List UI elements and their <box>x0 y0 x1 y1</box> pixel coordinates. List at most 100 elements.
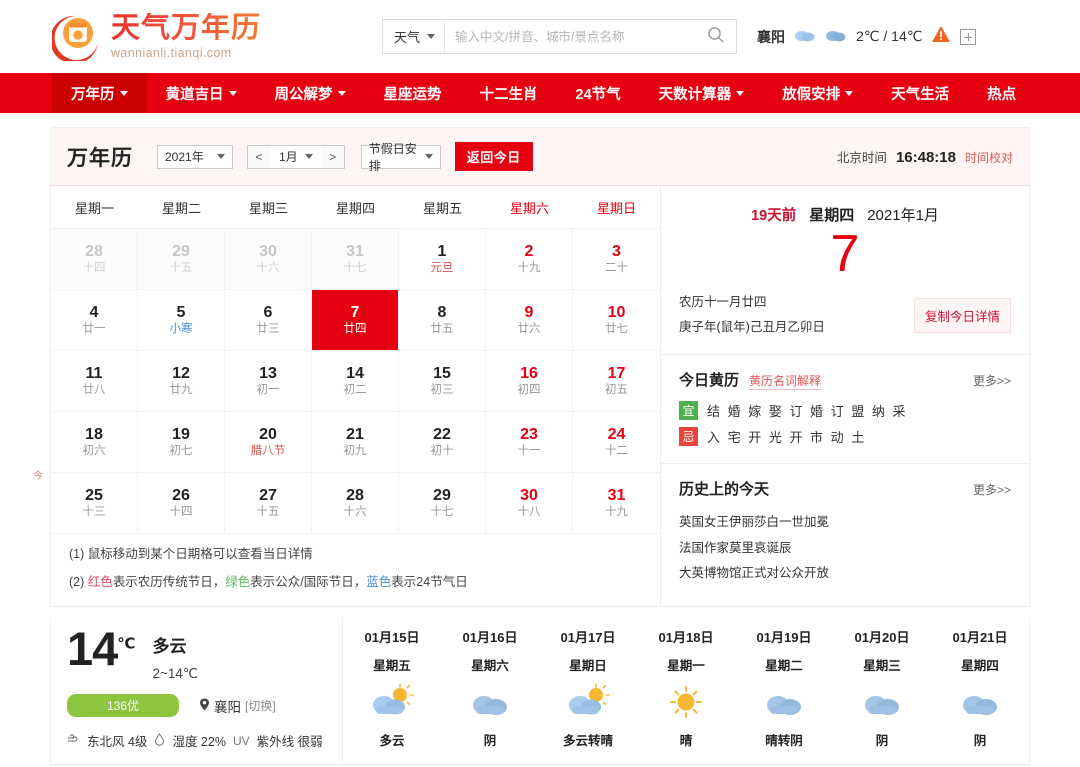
day-cell[interactable]: 6 廿三 <box>225 290 312 351</box>
forecast-day-4[interactable]: 01月19日 星期二 晴转阴 <box>735 627 833 764</box>
day-cell[interactable]: 29 十七 <box>399 473 486 534</box>
day-cell[interactable]: 8 廿五 <box>399 290 486 351</box>
day-cell[interactable]: 19 初七 <box>138 412 225 473</box>
return-today-button[interactable]: 返回今日 <box>454 142 533 171</box>
forecast-day-0[interactable]: 01月15日 星期五 多云 <box>343 627 441 764</box>
weekday-header: 星期一 星期二 星期三 星期四 星期五 星期六 星期日 <box>51 186 660 229</box>
forecast-day-5[interactable]: 01月20日 星期三阴 <box>833 627 931 764</box>
today-date-head: 19天前 星期四 2021年1月 <box>679 204 1011 225</box>
almanac-glossary-link[interactable]: 黄历名词解释 <box>749 372 822 390</box>
next-month-button[interactable]: > <box>321 145 344 168</box>
city-switch-link[interactable]: [切换] <box>245 697 276 714</box>
forecast-day-2[interactable]: 01月17日 星期日 多云转晴 <box>539 627 637 764</box>
history-more-link[interactable]: 更多>> <box>973 481 1011 498</box>
weather-city[interactable]: 襄阳 [切换] <box>199 696 276 716</box>
almanac-more-link[interactable]: 更多>> <box>973 372 1011 389</box>
day-cell[interactable]: 17 初五 <box>573 351 660 412</box>
plus-box-icon[interactable] <box>960 28 977 45</box>
day-cell[interactable]: 13 初一 <box>225 351 312 412</box>
forecast-date: 01月21日 <box>952 630 1008 645</box>
day-cell[interactable]: 28 十六 <box>312 473 399 534</box>
forecast-day-6[interactable]: 01月21日 星期四阴 <box>931 627 1029 764</box>
nav-item-3[interactable]: 星座运势 <box>365 73 461 113</box>
day-cell[interactable]: 30 十六 <box>225 229 312 290</box>
history-item[interactable]: 法国作家莫里哀诞辰 <box>679 536 1011 562</box>
nav-item-6[interactable]: 天数计算器 <box>640 73 764 113</box>
day-cell[interactable]: 29 十五 <box>138 229 225 290</box>
day-cell[interactable]: 16 初四 <box>486 351 573 412</box>
day-cell[interactable]: 30 十八 <box>486 473 573 534</box>
forecast-date: 01月19日 <box>756 630 812 645</box>
day-cell[interactable]: 22 初十 <box>399 412 486 473</box>
copy-today-button[interactable]: 复制今日详情 <box>913 297 1011 333</box>
current-weather: 14℃ 多云 2~14℃ 136优 襄阳 [切换] 东北风 4级 湿度 22% … <box>51 617 343 764</box>
day-cell[interactable]: 1 元旦 <box>399 229 486 290</box>
day-number: 22 <box>433 425 451 443</box>
forecast-text: 阴 <box>973 734 987 748</box>
day-cell[interactable]: 14 初二 <box>312 351 399 412</box>
weekday-cell-5: 星期六 <box>509 201 549 216</box>
history-item[interactable]: 大英博物馆正式对公众开放 <box>679 561 1011 587</box>
forecast-day-3[interactable]: 01月18日 星期一晴 <box>637 627 735 764</box>
day-lunar: 廿七 <box>605 322 628 335</box>
search-category-select[interactable]: 天气 <box>383 20 446 53</box>
nav-item-1[interactable]: 黄道吉日 <box>147 73 256 113</box>
uv-text: 紫外线 很弱 <box>256 735 323 749</box>
header-weather[interactable]: 襄阳 2℃ / 14℃ <box>757 25 977 48</box>
search-box[interactable]: 天气 <box>382 19 737 54</box>
prev-month-button[interactable]: < <box>248 145 270 168</box>
warning-triangle-icon[interactable] <box>931 25 951 48</box>
big-day-number: 7 <box>830 225 860 283</box>
day-lunar: 初一 <box>256 383 280 396</box>
nav-item-2[interactable]: 周公解梦 <box>256 73 365 113</box>
site-logo[interactable]: 天气万年历 wannianli.tianqi.com <box>50 12 382 64</box>
note-segment: 表示24节气日 <box>391 574 468 589</box>
day-cell[interactable]: 18 初六 <box>51 412 138 473</box>
header-city[interactable]: 襄阳 <box>757 27 785 47</box>
day-cell[interactable]: 24 十二 <box>573 412 660 473</box>
month-select[interactable]: 1月 <box>270 148 322 165</box>
holiday-select[interactable]: 节假日安排 <box>360 142 441 173</box>
history-section: 历史上的今天 更多>> 英国女王伊丽莎白一世加冕 法国作家莫里哀诞辰 大英博物馆… <box>661 464 1029 597</box>
day-lunar: 廿六 <box>517 322 541 335</box>
day-cell[interactable]: 31 十七 <box>312 229 399 290</box>
year-select[interactable]: 2021年 <box>157 144 233 169</box>
day-lunar: 廿三 <box>256 322 280 335</box>
day-cell[interactable]: 7 廿四 <box>312 290 399 351</box>
search-input[interactable] <box>445 20 696 53</box>
day-cell[interactable]: 11 廿八 <box>51 351 138 412</box>
nav-label: 万年历 <box>71 86 115 103</box>
history-item[interactable]: 英国女王伊丽莎白一世加冕 <box>679 510 1011 536</box>
forecast-day-1[interactable]: 01月16日 星期六阴 <box>441 627 539 764</box>
day-cell[interactable]: 3 二十 <box>573 229 660 290</box>
time-sync-link[interactable]: 时间校对 <box>965 149 1013 166</box>
day-cell[interactable]: 26 十四 <box>138 473 225 534</box>
nav-item-9[interactable]: 热点 <box>968 73 1035 113</box>
search-button[interactable] <box>696 20 736 53</box>
day-cell[interactable]: 2 十九 <box>486 229 573 290</box>
day-lunar: 十六 <box>256 261 280 274</box>
search-category-label: 天气 <box>394 30 421 45</box>
day-cell[interactable]: 10 廿七 <box>573 290 660 351</box>
day-cell[interactable]: 今 25 十三 <box>33 471 138 534</box>
ji-badge: 忌 <box>679 427 698 446</box>
day-cell[interactable]: 28 十四 <box>51 229 138 290</box>
day-cell[interactable]: 5 小寒 <box>138 290 225 351</box>
day-cell[interactable]: 21 初九 <box>312 412 399 473</box>
day-cell[interactable]: 23 十一 <box>486 412 573 473</box>
nav-item-7[interactable]: 放假安排 <box>763 73 872 113</box>
nav-item-5[interactable]: 24节气 <box>557 73 640 113</box>
nav-item-4[interactable]: 十二生肖 <box>461 73 557 113</box>
day-cell[interactable]: 12 廿九 <box>138 351 225 412</box>
day-cell[interactable]: 27 十五 <box>225 473 312 534</box>
nav-item-8[interactable]: 天气生活 <box>872 73 968 113</box>
cloudy-icon <box>762 683 806 721</box>
almanac-title: 今日黄历 <box>679 372 740 389</box>
day-cell[interactable]: 15 初三 <box>399 351 486 412</box>
day-cell[interactable]: 31 十九 <box>573 473 660 534</box>
site-header: 天气万年历 wannianli.tianqi.com 天气 襄阳 <box>0 0 1080 73</box>
day-cell[interactable]: 4 廿一 <box>51 290 138 351</box>
nav-item-0[interactable]: 万年历 <box>52 73 147 113</box>
day-cell[interactable]: 9 廿六 <box>486 290 573 351</box>
day-cell[interactable]: 20 腊八节 <box>225 412 312 473</box>
